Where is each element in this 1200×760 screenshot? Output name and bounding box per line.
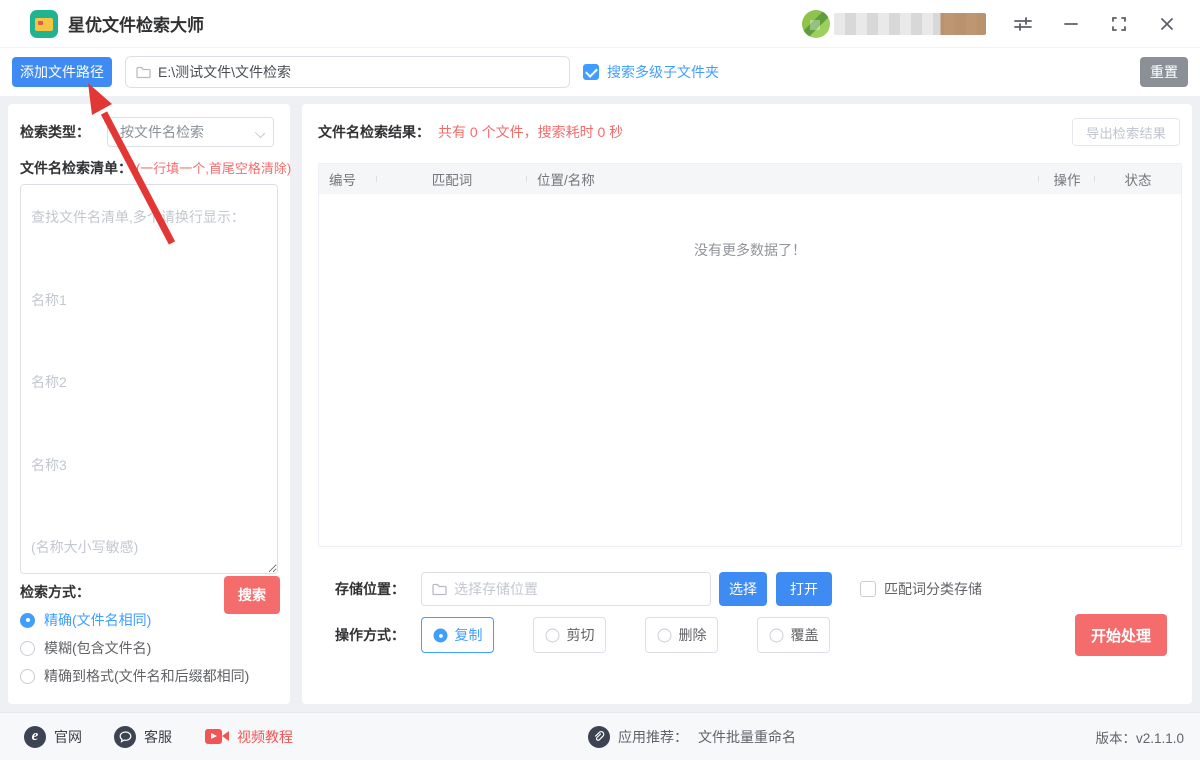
start-process-button[interactable]: 开始处理 [1075, 614, 1167, 656]
operation-label: 操作方式： [318, 625, 405, 645]
recommend-app-name[interactable]: 文件批量重命名 [698, 727, 796, 747]
mode-radio-exact-format[interactable]: 精确到格式(文件名和后缀都相同) [20, 666, 249, 686]
radio-icon [657, 628, 671, 642]
op-radio-label: 覆盖 [791, 625, 819, 645]
classify-checkbox[interactable] [860, 581, 876, 597]
search-button[interactable]: 搜索 [224, 576, 280, 614]
search-mode-label: 检索方式： [20, 584, 90, 600]
mode-radio-fuzzy[interactable]: 模糊(包含文件名) [20, 638, 151, 658]
op-radio-copy[interactable]: 复制 [421, 617, 494, 653]
footer-recommend[interactable]: 应用推荐： 文件批量重命名 [588, 726, 796, 748]
footer-website-label: 官网 [54, 727, 82, 747]
open-button[interactable]: 打开 [776, 572, 832, 606]
add-path-button[interactable]: 添加文件路径 [12, 57, 112, 87]
results-title: 文件名检索结果： [318, 122, 430, 142]
op-radio-label: 复制 [455, 625, 483, 645]
radio-icon [20, 641, 35, 656]
choose-button[interactable]: 选择 [719, 572, 767, 606]
name-list-label: 文件名检索清单： [20, 160, 132, 176]
video-tutorial-icon [205, 728, 229, 745]
username-redacted [834, 13, 986, 35]
radio-icon [545, 628, 559, 642]
op-radio-delete[interactable]: 删除 [645, 617, 718, 653]
col-header-match: 匹配词 [377, 169, 527, 189]
main-panel: 文件名检索结果： 共有 0 个文件，搜索耗时 0 秒 导出检索结果 编号 匹配词… [302, 104, 1192, 704]
mode-radio-exact[interactable]: 精确(文件名相同) [20, 610, 151, 630]
close-button[interactable] [1156, 13, 1178, 35]
mode-radio-label: 模糊(包含文件名) [44, 638, 151, 658]
col-header-operation: 操作 [1039, 169, 1095, 189]
name-list-textarea[interactable] [20, 184, 278, 574]
path-input-box [125, 56, 570, 88]
col-header-number: 编号 [319, 169, 377, 189]
folder-icon [432, 583, 447, 596]
results-stats: 共有 0 个文件，搜索耗时 0 秒 [438, 122, 623, 142]
user-avatar[interactable] [802, 10, 830, 38]
footer-support-label: 客服 [144, 727, 172, 747]
footer-video-link[interactable]: 视频教程 [205, 727, 293, 747]
mode-radio-label: 精确(文件名相同) [44, 610, 151, 630]
col-header-status: 状态 [1095, 169, 1181, 189]
app-title: 星优文件检索大师 [68, 11, 204, 36]
chevron-down-icon [255, 128, 265, 138]
search-type-label: 检索类型： [20, 122, 90, 142]
website-icon: e [24, 726, 46, 748]
version-text: 版本：v2.1.1.0 [1095, 727, 1184, 747]
radio-icon [20, 669, 35, 684]
export-results-button[interactable]: 导出检索结果 [1072, 118, 1180, 146]
storage-input-box [421, 572, 711, 606]
toolbar: 添加文件路径 搜索多级子文件夹 重置 [0, 48, 1200, 96]
op-radio-label: 剪切 [567, 625, 595, 645]
name-list-hint: (一行填一个,首尾空格清除) [136, 161, 291, 176]
content-area: 检索类型： 按文件名检索 文件名检索清单： (一行填一个,首尾空格清除) 检索方… [0, 96, 1200, 712]
operation-row: 操作方式： 复制 剪切 删除 覆盖 开始处理 [318, 614, 1176, 656]
radio-icon [769, 628, 783, 642]
mode-radio-label: 精确到格式(文件名和后缀都相同) [44, 666, 249, 686]
storage-label: 存储位置： [318, 579, 405, 599]
col-header-path: 位置/名称 [527, 169, 1039, 189]
footer-website-link[interactable]: e 官网 [24, 726, 82, 748]
minimize-button[interactable] [1060, 13, 1082, 35]
chat-icon [114, 726, 136, 748]
op-radio-label: 删除 [679, 625, 707, 645]
storage-location-input[interactable] [454, 581, 700, 597]
sidebar-panel: 检索类型： 按文件名检索 文件名检索清单： (一行填一个,首尾空格清除) 检索方… [8, 104, 290, 704]
app-logo-icon [30, 10, 58, 38]
op-radio-overwrite[interactable]: 覆盖 [757, 617, 830, 653]
folder-icon [136, 66, 151, 79]
radio-icon [20, 613, 35, 628]
footer-video-label: 视频教程 [237, 727, 293, 747]
recommend-label: 应用推荐： [618, 727, 688, 747]
radio-icon [433, 628, 447, 642]
paperclip-icon [588, 726, 610, 748]
storage-row: 存储位置： 选择 打开 匹配词分类存储 [318, 571, 1176, 607]
reset-button[interactable]: 重置 [1140, 57, 1188, 87]
results-table-header: 编号 匹配词 位置/名称 操作 状态 [319, 164, 1181, 194]
maximize-button[interactable] [1108, 13, 1130, 35]
results-table-body: 没有更多数据了！ [319, 194, 1181, 546]
classify-checkbox-label[interactable]: 匹配词分类存储 [884, 579, 982, 599]
footer-support-link[interactable]: 客服 [114, 726, 172, 748]
subfolder-checkbox[interactable] [583, 64, 599, 80]
search-type-select[interactable]: 按文件名检索 [107, 117, 274, 147]
path-input[interactable] [158, 64, 559, 80]
op-radio-cut[interactable]: 剪切 [533, 617, 606, 653]
results-table: 编号 匹配词 位置/名称 操作 状态 没有更多数据了！ [318, 163, 1182, 547]
empty-state-text: 没有更多数据了！ [694, 242, 806, 258]
subfolder-checkbox-label[interactable]: 搜索多级子文件夹 [607, 62, 719, 82]
footer: e 官网 客服 视频教程 应用推荐： 文件批量重命名 版本：v2.1.1.0 [0, 712, 1200, 760]
settings-sliders-icon[interactable] [1012, 13, 1034, 35]
titlebar: 星优文件检索大师 [0, 0, 1200, 48]
search-type-value: 按文件名检索 [120, 122, 204, 142]
